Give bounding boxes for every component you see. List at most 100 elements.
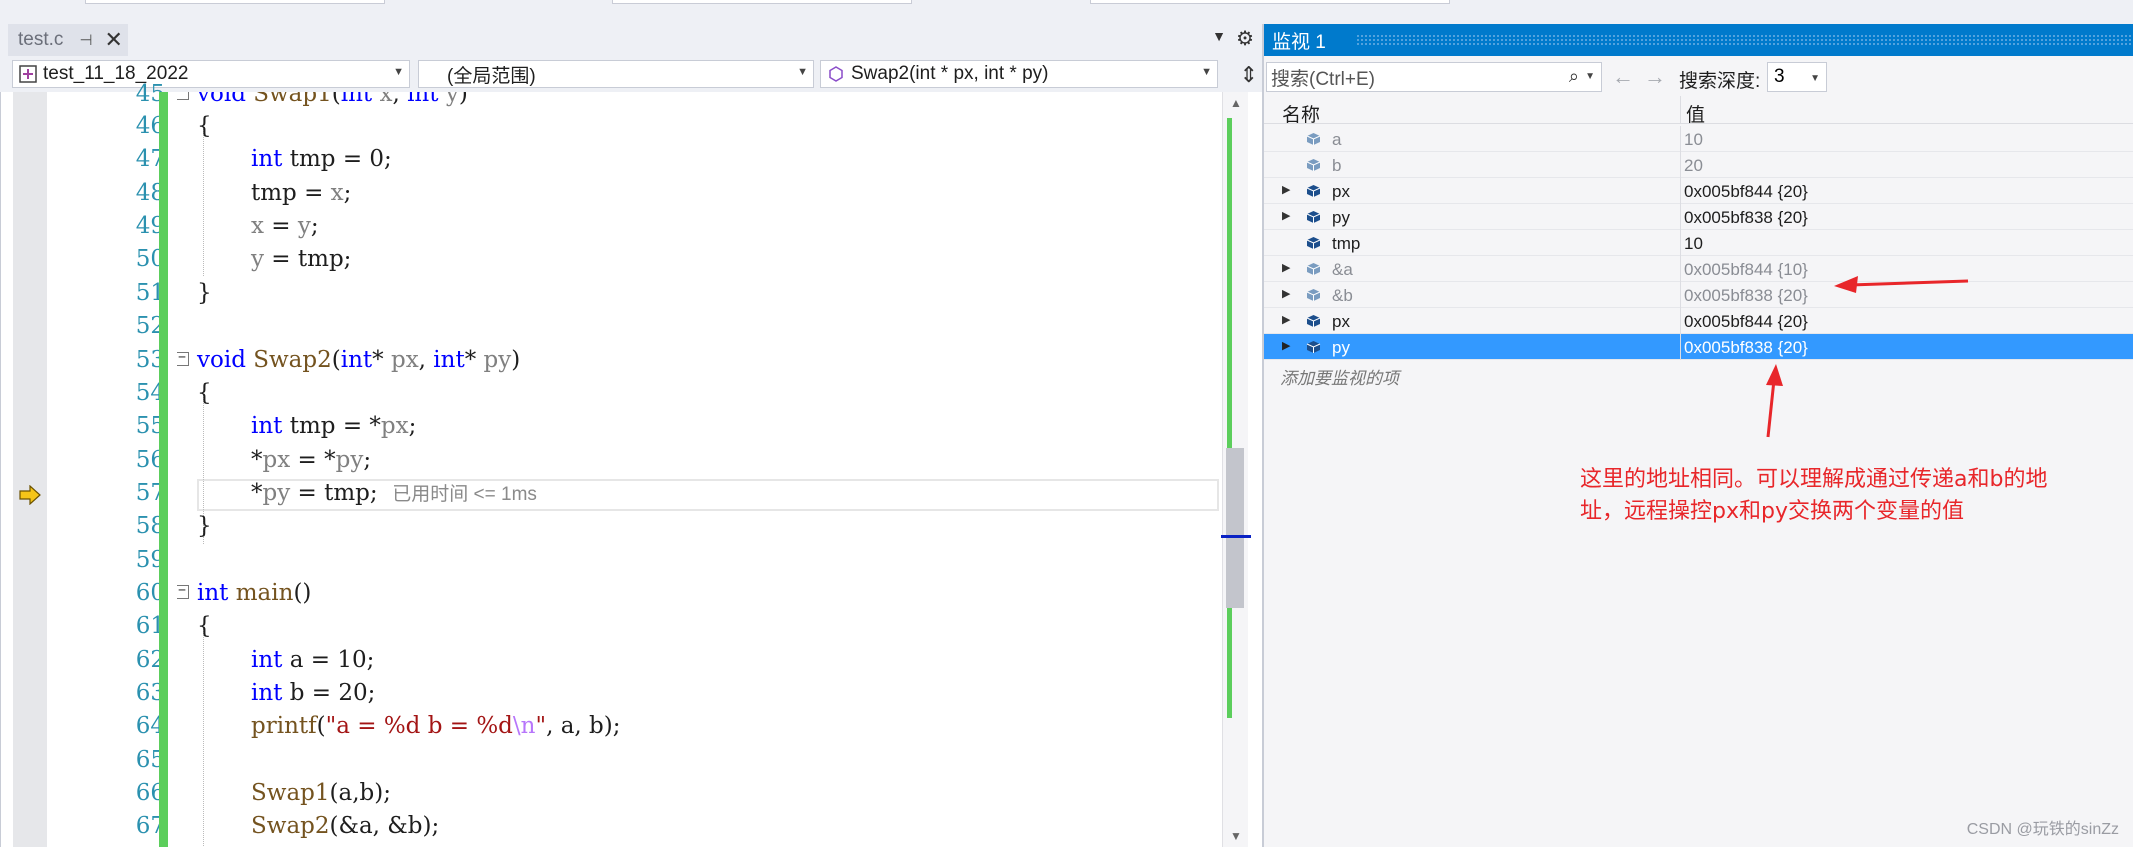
code-line: int tmp = *px; [251,413,417,439]
watch-row-value[interactable]: 0x005bf844 {20} [1684,312,1808,332]
variable-cube-icon [1306,289,1321,301]
watch-row-name[interactable]: py [1332,338,1350,358]
expand-chevron-icon[interactable]: ▶ [1282,313,1290,326]
watch-row[interactable]: ▶ py 0x005bf838 {20} [1264,334,2133,360]
watch-row-name[interactable]: px [1332,182,1350,202]
code-line: int b = 20; [251,680,376,706]
watch-search-input[interactable]: 搜索(Ctrl+E) ⌕ ▼ [1266,62,1602,92]
watch-row-name[interactable]: &a [1332,260,1353,280]
variable-cube-icon [1306,185,1321,197]
collapse-toggle[interactable]: − [177,584,189,599]
chevron-down-icon: ▼ [393,66,404,78]
expand-chevron-icon[interactable]: ▶ [1282,339,1290,352]
code-area[interactable]: − void Swap1(int x, int y) { int tmp = 0… [177,92,1217,847]
line-numbers: 45 46 47 48 49 50 51 52 53 54 55 56 57 5… [47,81,165,847]
collapse-toggle[interactable]: − [177,351,189,366]
scroll-up-icon[interactable]: ▲ [1230,96,1242,110]
watch-row-name[interactable]: px [1332,312,1350,332]
add-watch-hint[interactable]: 添加要监视的项 [1280,364,1399,389]
search-icon[interactable]: ⌕ [1569,66,1579,87]
arrow-right-icon[interactable]: → [1644,64,1666,90]
column-header-value[interactable]: 值 [1686,100,1705,127]
annotation-line: 址，远程操控px和py交换两个变量的值 [1580,499,1964,524]
watch-row[interactable]: a 10 [1264,126,2133,152]
gear-icon[interactable]: ⚙ [1236,26,1254,51]
expand-chevron-icon[interactable]: ▶ [1282,261,1290,274]
search-depth-select[interactable]: 3 ▼ [1767,62,1827,92]
code-line: } [197,280,212,306]
watch-row-value[interactable]: 10 [1684,234,1703,254]
watch-row[interactable]: ▶ &b 0x005bf838 {20} [1264,282,2133,308]
project-combo[interactable]: test_11_18_2022 ▼ [12,60,410,88]
code-line-current: *py = tmp; 已用时间 <= 1ms [251,480,537,506]
code-line: void Swap2(int* px, int* py) [197,347,521,373]
watch-title-bar[interactable]: 监视 1 [1264,24,2133,56]
watch-row[interactable]: ▶ px 0x005bf844 {20} [1264,308,2133,334]
watch-row[interactable]: tmp 10 [1264,230,2133,256]
arrow-left-icon[interactable]: ← [1612,64,1634,90]
scope-combo[interactable]: (全局范围) ▼ [418,60,814,88]
perf-tip[interactable]: 已用时间 <= 1ms [392,484,537,505]
watch-row-value[interactable]: 0x005bf838 {20} [1684,208,1808,228]
function-combo[interactable]: Swap2(int * px, int * py) ▼ [820,60,1218,88]
watch-window: 监视 1 搜索(Ctrl+E) ⌕ ▼ ← → 搜索深度: 3 ▼ 名称 值 a… [1262,24,2133,847]
column-resizer[interactable] [1680,96,1681,124]
watch-row-value[interactable]: 0x005bf844 {10} [1684,260,1808,280]
chevron-down-icon[interactable]: ▼ [1585,71,1595,82]
collapse-toggle[interactable]: − [177,92,189,100]
watch-row-value[interactable]: 0x005bf838 {20} [1684,338,1808,358]
toolbar-fragment [85,0,385,4]
code-line: void Swap1(int x, int y) [197,92,468,107]
watch-row-name[interactable]: b [1332,156,1341,176]
expand-chevron-icon[interactable]: ▶ [1282,183,1290,196]
watch-title: 监视 1 [1272,31,1326,53]
watch-row-name[interactable]: a [1332,130,1341,150]
watch-row-value[interactable]: 0x005bf838 {20} [1684,286,1808,306]
tab-test-c[interactable]: test.c ⊣ ✕ [8,24,128,56]
column-separator [1680,204,1681,230]
watch-row[interactable]: ▶ py 0x005bf838 {20} [1264,204,2133,230]
watch-row-name[interactable]: &b [1332,286,1353,306]
column-separator [1680,282,1681,308]
ide-window: test.c ⊣ ✕ ▼ ⚙ test_11_18_2022 ▼ (全局范围) … [0,0,2133,847]
split-window-icon[interactable]: ⇕ [1240,62,1258,88]
glyph-margin[interactable] [13,92,47,847]
watch-row-value[interactable]: 20 [1684,156,1703,176]
code-line: tmp = x; [251,180,352,206]
toolbar-fragment [612,0,912,4]
column-separator [1680,178,1681,204]
scroll-down-icon[interactable]: ▼ [1230,829,1242,843]
project-icon [19,65,37,83]
code-line: printf("a = %d b = %d\n", a, b); [251,713,621,739]
variable-cube-icon [1306,263,1321,275]
caret-position-marker [1221,535,1251,538]
watch-row-value[interactable]: 10 [1684,130,1703,150]
watch-row[interactable]: ▶ &a 0x005bf844 {10} [1264,256,2133,282]
watch-row-name[interactable]: tmp [1332,234,1360,254]
pin-icon[interactable]: ⊣ [79,31,92,49]
close-icon[interactable]: ✕ [104,27,122,53]
expand-chevron-icon[interactable]: ▶ [1282,209,1290,222]
column-header-name[interactable]: 名称 [1282,100,1320,127]
expand-chevron-icon[interactable]: ▶ [1282,287,1290,300]
watch-row-name[interactable]: py [1332,208,1350,228]
watch-toolbar: 搜索(Ctrl+E) ⌕ ▼ ← → 搜索深度: 3 ▼ [1264,56,2133,96]
watch-row[interactable]: b 20 [1264,152,2133,178]
scrollbar-change-map [1227,118,1232,718]
watch-row-value[interactable]: 0x005bf844 {20} [1684,182,1808,202]
scrollbar-thumb[interactable] [1226,448,1244,608]
code-editor[interactable]: 45 46 47 48 49 50 51 52 53 54 55 56 57 5… [0,81,1262,847]
code-line: x = y; [251,213,319,239]
editor-scrollbar[interactable]: ▲ ▼ [1221,92,1251,847]
watch-row[interactable]: ▶ px 0x005bf844 {20} [1264,178,2133,204]
chevron-down-icon: ▼ [1201,66,1212,78]
function-cube-icon [829,66,843,82]
tab-list-dropdown-icon[interactable]: ▼ [1212,28,1226,44]
code-line: int tmp = 0; [251,146,392,172]
column-separator [1680,152,1681,178]
code-line: } [197,513,212,539]
title-grip [1356,34,2133,46]
change-tracking-bar [159,92,168,847]
document-tab-bar: test.c ⊣ ✕ ▼ ⚙ [0,24,1262,56]
navigation-bar: test_11_18_2022 ▼ (全局范围) ▼ Swap2(int * p… [0,56,1262,92]
